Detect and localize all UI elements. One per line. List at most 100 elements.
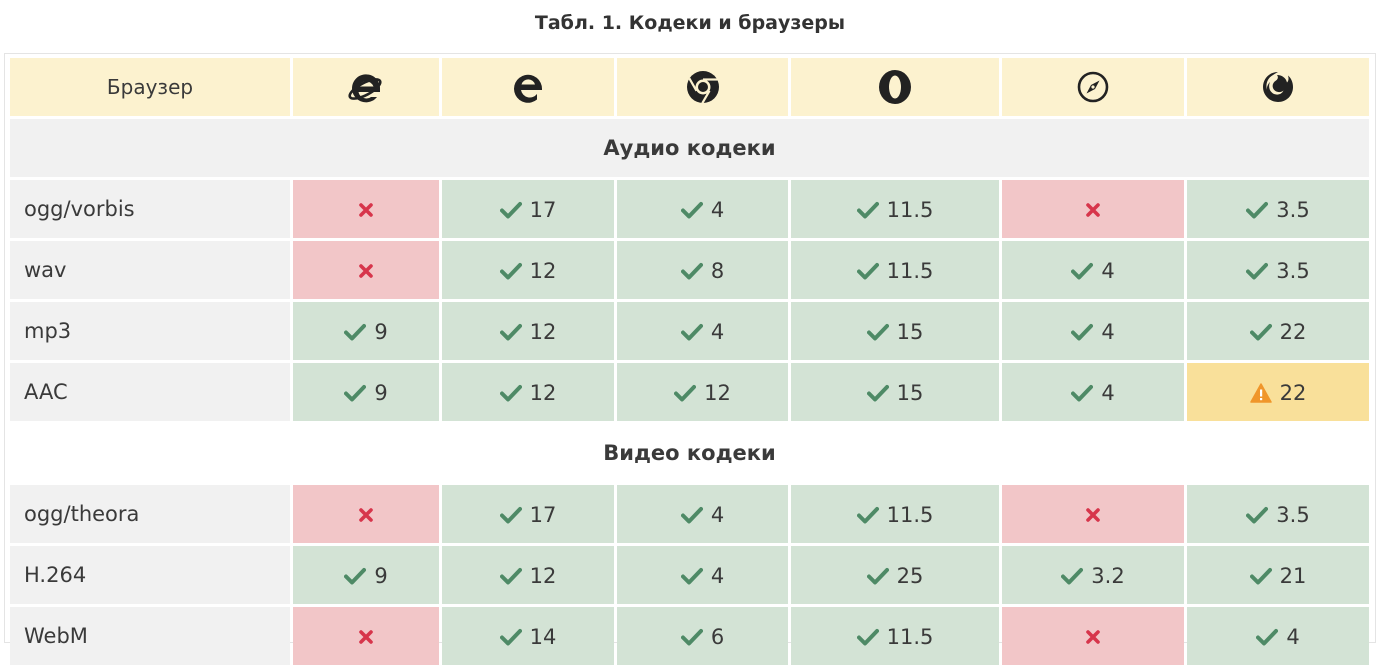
version-value: 15	[896, 319, 924, 344]
check-icon	[499, 262, 522, 280]
support-cell-firefox: 22	[1187, 302, 1369, 360]
check-icon	[344, 323, 367, 341]
internet-explorer-icon	[346, 67, 386, 107]
support-cell-opera: 15	[791, 363, 999, 421]
browser-header-edge	[442, 58, 614, 116]
version-value: 4	[710, 563, 725, 588]
version-value: 4	[710, 319, 725, 344]
version-value: 3.2	[1091, 563, 1125, 588]
check-icon	[866, 567, 889, 585]
cross-icon	[358, 263, 374, 279]
version-value: 25	[896, 563, 924, 588]
version-value: 4	[1101, 258, 1115, 283]
opera-icon	[877, 68, 913, 106]
version-value: 12	[529, 319, 557, 344]
header-row: Браузер	[10, 58, 1369, 116]
support-cell-ie: 9	[293, 363, 439, 421]
support-cell-safari	[1002, 607, 1184, 665]
support-cell-ie	[293, 241, 439, 299]
check-icon	[680, 262, 703, 280]
support-cell-ie: 9	[293, 546, 439, 604]
support-cell-chrome: 12	[617, 363, 788, 421]
support-cell-edge: 12	[442, 363, 614, 421]
support-cell-opera: 11.5	[791, 241, 999, 299]
check-icon	[674, 384, 697, 402]
version-value: 9	[374, 380, 388, 405]
check-icon	[499, 384, 522, 402]
codec-name: wav	[10, 241, 290, 299]
check-icon	[856, 201, 879, 219]
support-cell-firefox: 21	[1187, 546, 1369, 604]
version-value: 11.5	[886, 258, 934, 283]
version-value: 4	[1286, 624, 1300, 649]
support-cell-firefox: 22	[1187, 363, 1369, 421]
check-icon	[680, 567, 703, 585]
check-icon	[1071, 323, 1094, 341]
version-value: 4	[1101, 380, 1115, 405]
version-value: 4	[710, 197, 725, 222]
cross-icon	[1085, 507, 1101, 523]
check-icon	[499, 567, 522, 585]
support-cell-firefox: 4	[1187, 607, 1369, 665]
version-value: 3.5	[1276, 258, 1310, 283]
table-container: Браузер Аудио кодеки ogg/vorbis 17 4 11.…	[4, 53, 1376, 665]
cross-icon	[358, 202, 374, 218]
codec-name: H.264	[10, 546, 290, 604]
cross-icon	[1085, 202, 1101, 218]
support-cell-chrome: 6	[617, 607, 788, 665]
version-value: 8	[710, 258, 725, 283]
chrome-icon	[685, 69, 721, 105]
version-value: 11.5	[886, 624, 934, 649]
version-value: 15	[896, 380, 924, 405]
version-value: 17	[529, 197, 557, 222]
table-row: ogg/theora 17 4 11.5 3.5	[10, 485, 1369, 543]
browser-header-ie	[293, 58, 439, 116]
version-value: 14	[529, 624, 557, 649]
section-row: Аудио кодеки	[10, 119, 1369, 177]
cross-icon	[358, 507, 374, 523]
support-cell-edge: 17	[442, 180, 614, 238]
check-icon	[499, 506, 522, 524]
section-row: Видео кодеки	[10, 424, 1369, 482]
check-icon	[499, 201, 522, 219]
support-cell-opera: 25	[791, 546, 999, 604]
support-cell-opera: 11.5	[791, 607, 999, 665]
browser-header-safari	[1002, 58, 1184, 116]
version-value: 22	[1279, 380, 1307, 405]
table-row: H.264 9 12 4 25 3.2 21	[10, 546, 1369, 604]
support-cell-ie	[293, 180, 439, 238]
check-icon	[499, 628, 522, 646]
table-row: mp3 9 12 4 15 4 22	[10, 302, 1369, 360]
check-icon	[1071, 384, 1094, 402]
header-label: Браузер	[10, 58, 290, 116]
support-cell-opera: 15	[791, 302, 999, 360]
support-cell-safari	[1002, 180, 1184, 238]
version-value: 11.5	[886, 502, 934, 527]
browser-header-firefox	[1187, 58, 1369, 116]
version-value: 9	[374, 319, 388, 344]
support-cell-edge: 17	[442, 485, 614, 543]
firefox-icon	[1260, 69, 1296, 105]
check-icon	[1249, 323, 1272, 341]
version-value: 12	[529, 380, 557, 405]
check-icon	[1246, 201, 1269, 219]
check-icon	[1246, 262, 1269, 280]
support-cell-safari: 4	[1002, 241, 1184, 299]
support-cell-chrome: 4	[617, 546, 788, 604]
support-cell-chrome: 4	[617, 180, 788, 238]
check-icon	[1249, 567, 1272, 585]
codec-name: mp3	[10, 302, 290, 360]
check-icon	[1071, 262, 1094, 280]
codec-name: ogg/vorbis	[10, 180, 290, 238]
version-value: 6	[710, 624, 725, 649]
check-icon	[680, 506, 703, 524]
check-icon	[866, 323, 889, 341]
support-cell-edge: 12	[442, 302, 614, 360]
check-icon	[680, 628, 703, 646]
table-row: ogg/vorbis 17 4 11.5 3.5	[10, 180, 1369, 238]
support-cell-edge: 14	[442, 607, 614, 665]
version-value: 22	[1279, 319, 1307, 344]
support-cell-safari: 4	[1002, 302, 1184, 360]
version-value: 12	[704, 380, 731, 405]
version-value: 17	[529, 502, 557, 527]
